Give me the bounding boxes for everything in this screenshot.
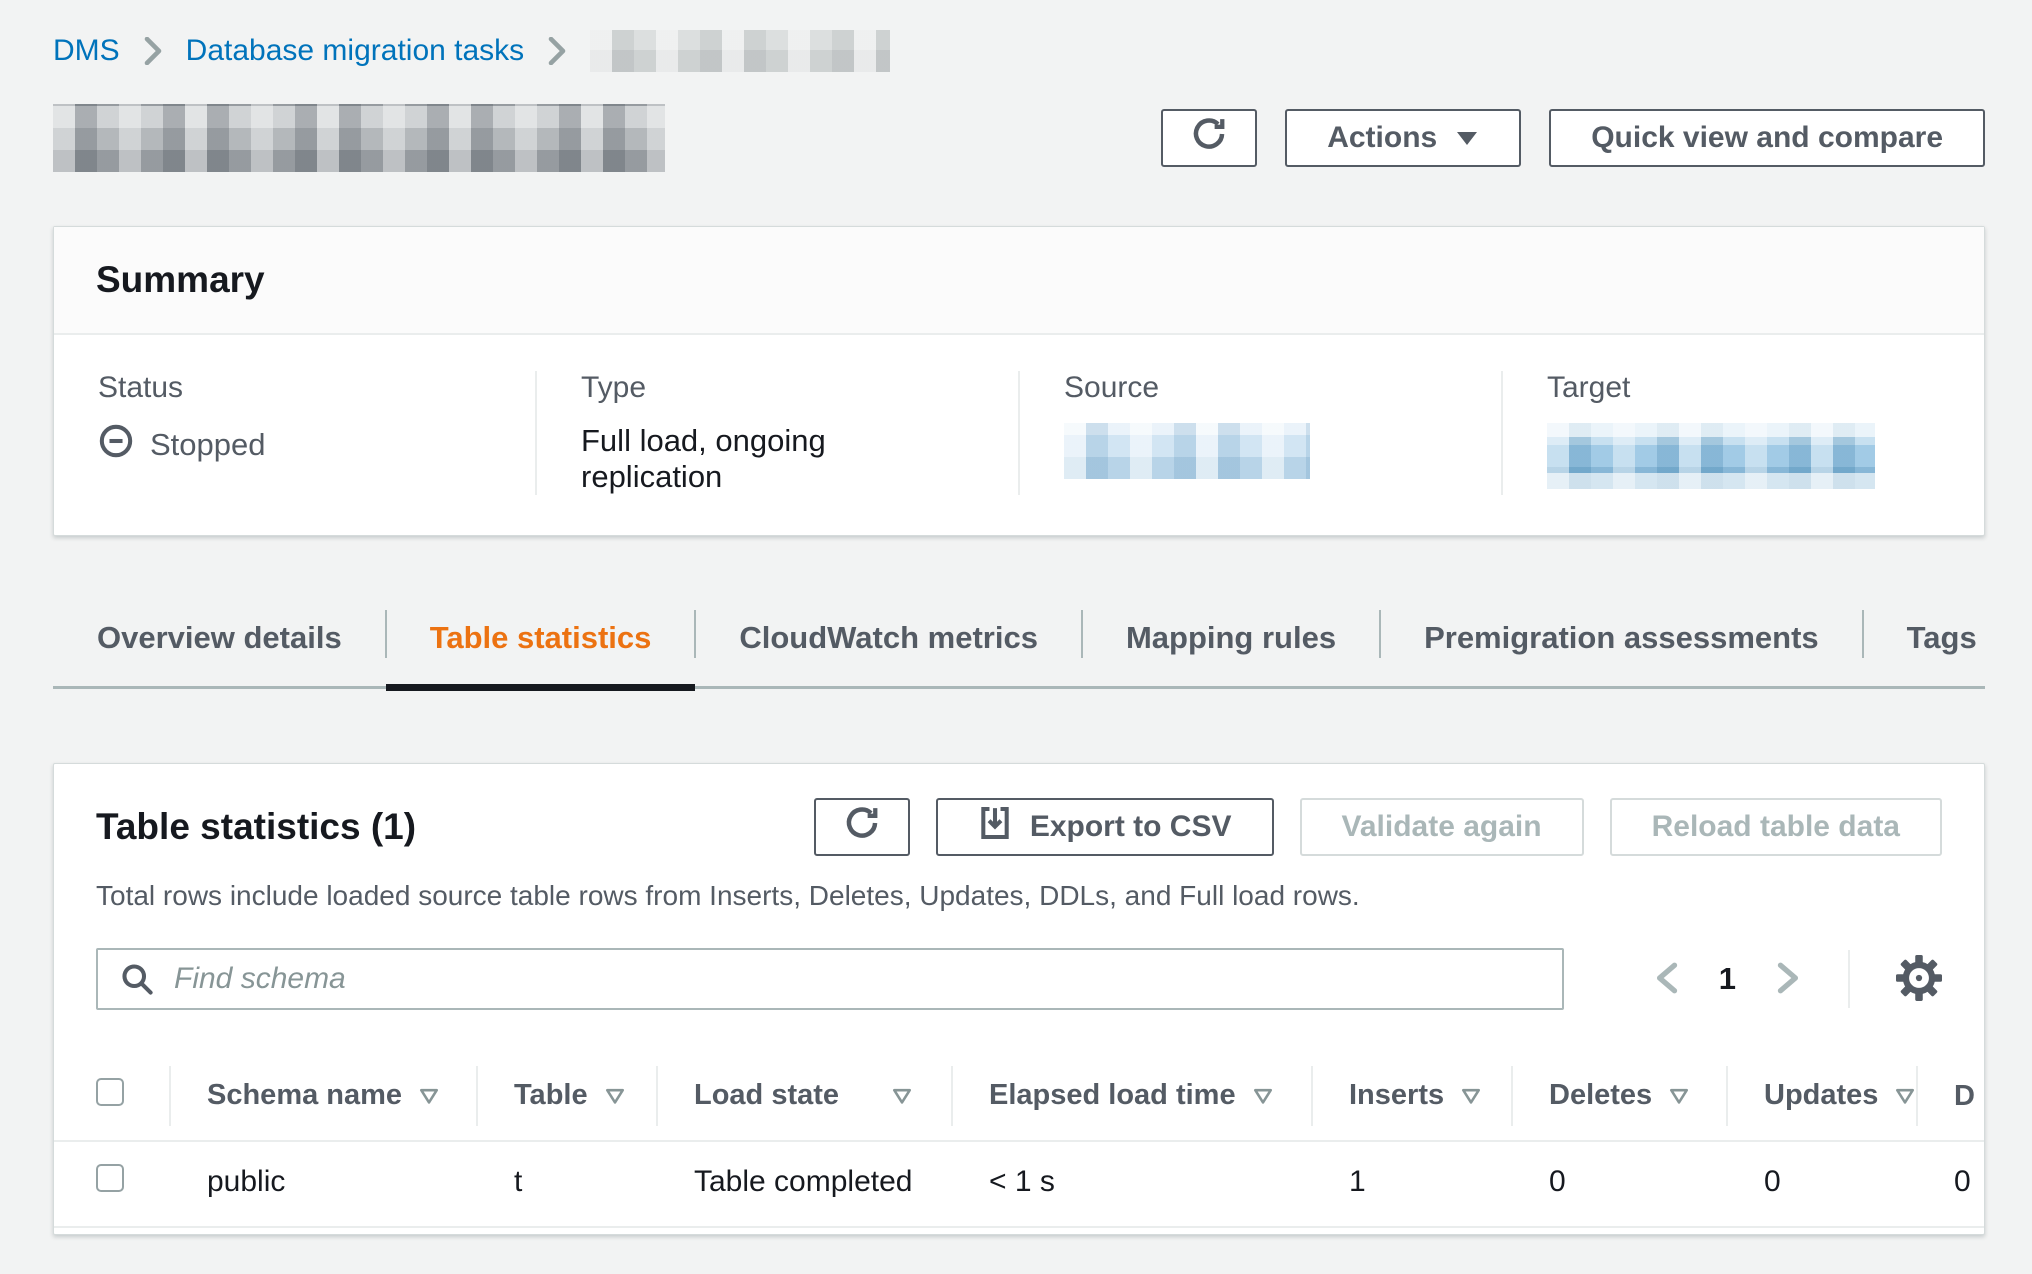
sort-icon[interactable] — [1460, 1080, 1482, 1113]
summary-field-target: Target — [1501, 371, 1984, 495]
settings-gear-icon — [1896, 955, 1942, 1004]
export-to-csv-button[interactable]: Export to CSV — [936, 798, 1274, 856]
previous-page-button[interactable] — [1653, 961, 1679, 998]
tab-tags[interactable]: Tags — [1863, 598, 2021, 686]
cell-table: t — [476, 1141, 656, 1227]
panel-bottom-padding — [54, 1228, 1984, 1234]
chevron-left-icon — [1653, 961, 1679, 998]
refresh-icon — [1191, 116, 1227, 160]
download-icon — [978, 806, 1012, 848]
column-header-schema-name[interactable]: Schema name — [169, 1052, 476, 1141]
actions-button[interactable]: Actions — [1285, 109, 1521, 167]
find-schema-input[interactable] — [96, 948, 1564, 1010]
tab-table-statistics[interactable]: Table statistics — [386, 598, 696, 686]
tab-bar: Overview details Table statistics CloudW… — [53, 598, 1985, 689]
select-all-checkbox[interactable] — [96, 1078, 124, 1106]
sort-icon[interactable] — [418, 1080, 440, 1113]
breadcrumb: DMS Database migration tasks — [53, 30, 1985, 72]
page-title-redacted — [53, 104, 665, 172]
chevron-right-icon — [142, 37, 164, 65]
source-label: Source — [1064, 371, 1457, 405]
reload-table-data-button[interactable]: Reload table data — [1610, 798, 1942, 856]
tab-cloudwatch-metrics[interactable]: CloudWatch metrics — [695, 598, 1082, 686]
summary-field-type: Type Full load, ongoing replication — [535, 371, 1018, 495]
target-value-redacted[interactable] — [1547, 423, 1940, 489]
quick-view-and-compare-button[interactable]: Quick view and compare — [1549, 109, 1985, 167]
tab-mapping-rules[interactable]: Mapping rules — [1082, 598, 1380, 686]
summary-field-status: Status Stopped — [54, 371, 535, 495]
preferences-button[interactable] — [1896, 955, 1942, 1004]
breadcrumb-link-tasks[interactable]: Database migration tasks — [186, 34, 525, 68]
table-statistics-actions: Export to CSV Validate again Reload tabl… — [814, 798, 1942, 856]
cell-schema-name: public — [169, 1141, 476, 1227]
status-label: Status — [98, 371, 491, 405]
column-header-elapsed-load-time[interactable]: Elapsed load time — [951, 1052, 1311, 1141]
cell-inserts: 1 — [1311, 1141, 1511, 1227]
status-value: Stopped — [98, 423, 491, 467]
sort-icon[interactable] — [1668, 1080, 1690, 1113]
summary-body: Status Stopped Type Full load, ongoing r… — [54, 335, 1984, 535]
sort-icon[interactable] — [891, 1080, 913, 1113]
stopped-icon — [98, 423, 134, 467]
table-row: public t Table completed < 1 s 1 0 0 0 — [54, 1141, 1985, 1227]
column-header-load-state[interactable]: Load state — [656, 1052, 951, 1141]
page-header: Actions Quick view and compare — [53, 104, 1985, 172]
summary-panel: Summary Status Stopped Type Full load, o… — [53, 226, 1985, 536]
caret-down-icon — [1455, 121, 1479, 155]
filter-row: 1 — [54, 912, 1984, 1010]
sort-icon[interactable] — [1252, 1080, 1274, 1113]
summary-field-source: Source — [1018, 371, 1501, 495]
table-refresh-button[interactable] — [814, 798, 910, 856]
refresh-button[interactable] — [1161, 109, 1257, 167]
select-all-cell — [54, 1052, 169, 1141]
page-header-actions: Actions Quick view and compare — [1161, 109, 1985, 167]
page: DMS Database migration tasks Actions — [0, 0, 2032, 1235]
chevron-right-icon — [546, 37, 568, 65]
table-statistics-panel: Table statistics (1) Export to CSV Valid… — [53, 763, 1985, 1235]
tab-overview-details[interactable]: Overview details — [53, 598, 386, 686]
column-header-inserts[interactable]: Inserts — [1311, 1052, 1511, 1141]
target-label: Target — [1547, 371, 1940, 405]
cell-load-state: Table completed — [656, 1141, 951, 1227]
table-statistics-title: Table statistics (1) — [96, 806, 416, 848]
column-header-deletes[interactable]: Deletes — [1511, 1052, 1726, 1141]
summary-title: Summary — [54, 227, 1984, 335]
tab-premigration-assessments[interactable]: Premigration assessments — [1380, 598, 1863, 686]
sort-icon[interactable] — [1894, 1080, 1916, 1113]
current-page-number[interactable]: 1 — [1719, 961, 1736, 997]
type-label: Type — [581, 371, 974, 405]
column-header-table[interactable]: Table — [476, 1052, 656, 1141]
source-value-redacted[interactable] — [1064, 423, 1457, 479]
cell-elapsed-load-time: < 1 s — [951, 1141, 1311, 1227]
breadcrumb-link-dms[interactable]: DMS — [53, 34, 120, 68]
row-checkbox[interactable] — [96, 1164, 124, 1192]
refresh-icon — [844, 805, 880, 849]
row-select-cell — [54, 1141, 169, 1227]
cell-ddls-clipped: 0 — [1916, 1141, 1985, 1227]
table-statistics-description: Total rows include loaded source table r… — [54, 856, 1984, 912]
chevron-right-icon — [1776, 961, 1802, 998]
next-page-button[interactable] — [1776, 961, 1802, 998]
pagination: 1 — [1653, 950, 1942, 1008]
divider — [1848, 950, 1850, 1008]
column-header-updates[interactable]: Updates — [1726, 1052, 1916, 1141]
search-box — [96, 948, 1564, 1010]
table-header-row: Schema name Table Load state Elapsed loa… — [54, 1052, 1985, 1141]
validate-again-button[interactable]: Validate again — [1300, 798, 1584, 856]
breadcrumb-redacted-task-name — [590, 30, 890, 72]
type-value: Full load, ongoing replication — [581, 423, 974, 495]
column-header-ddls-clipped[interactable]: D — [1916, 1052, 1985, 1141]
cell-updates: 0 — [1726, 1141, 1916, 1227]
sort-icon[interactable] — [604, 1080, 626, 1113]
cell-deletes: 0 — [1511, 1141, 1726, 1227]
table-statistics-header: Table statistics (1) Export to CSV Valid… — [54, 764, 1984, 856]
table-statistics-table: Schema name Table Load state Elapsed loa… — [54, 1052, 1985, 1228]
